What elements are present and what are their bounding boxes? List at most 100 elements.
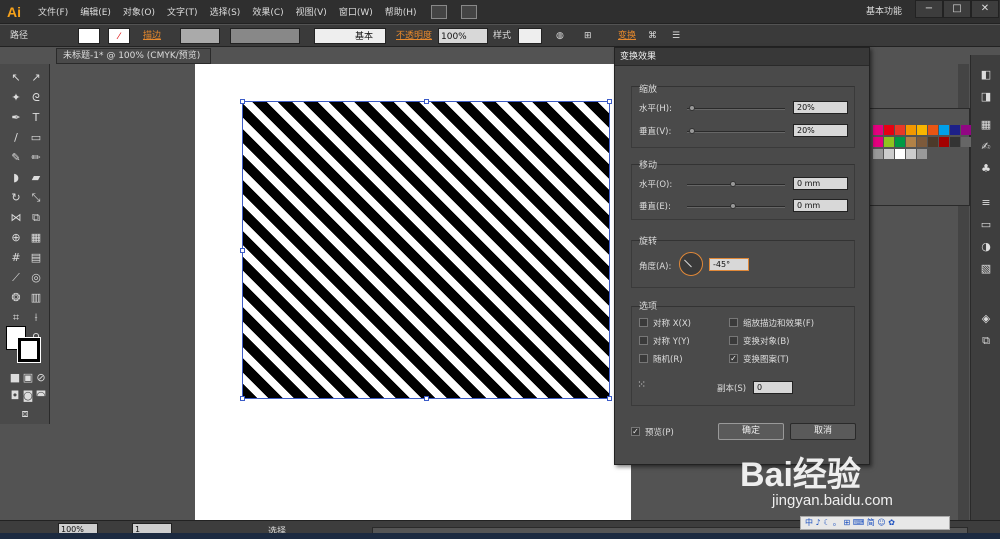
- color-swatch[interactable]: [950, 125, 960, 135]
- gradient-panel-icon[interactable]: ▭: [978, 217, 994, 233]
- symbol-sprayer-tool-icon[interactable]: ❂: [8, 290, 24, 306]
- brush-definition-field[interactable]: 基本: [314, 28, 386, 44]
- symbols-panel-icon[interactable]: ♣: [978, 161, 994, 177]
- reflect-x-checkbox[interactable]: [639, 318, 648, 327]
- cancel-button[interactable]: 取消: [790, 423, 856, 440]
- stroke-label[interactable]: 描边: [143, 28, 161, 44]
- stroke-panel-icon[interactable]: ≡: [978, 195, 994, 211]
- color-swatch[interactable]: [873, 137, 883, 147]
- color-swatch[interactable]: [906, 149, 916, 159]
- eyedropper-tool-icon[interactable]: ⟋: [8, 270, 24, 286]
- magic-wand-tool-icon[interactable]: ✦: [8, 90, 24, 106]
- handle-top-left[interactable]: [240, 99, 245, 104]
- gradient-tool-icon[interactable]: ▤: [28, 250, 44, 266]
- graph-tool-icon[interactable]: ▥: [28, 290, 44, 306]
- screen-mode-icon[interactable]: ⧈: [17, 406, 33, 422]
- color-swatch[interactable]: [928, 137, 938, 147]
- color-swatch[interactable]: [895, 137, 905, 147]
- handle-top-right[interactable]: [607, 99, 612, 104]
- scale-v-field[interactable]: 20%: [793, 124, 848, 137]
- scale-h-slider[interactable]: [687, 108, 785, 110]
- layers-panel-icon[interactable]: ◈: [978, 311, 994, 327]
- arrange-documents-icon[interactable]: [460, 4, 477, 19]
- menu-effect[interactable]: 效果(C): [252, 5, 283, 18]
- scale-h-knob[interactable]: [689, 105, 695, 111]
- close-button[interactable]: ✕: [971, 0, 999, 18]
- recolor-icon[interactable]: ◍: [556, 28, 564, 44]
- color-swatch[interactable]: [884, 125, 894, 135]
- color-swatch[interactable]: [917, 137, 927, 147]
- color-swatch[interactable]: [961, 137, 971, 147]
- color-swatch[interactable]: [917, 149, 927, 159]
- scale-v-slider[interactable]: [687, 131, 785, 133]
- color-swatch[interactable]: [906, 125, 916, 135]
- stroke-weight-field[interactable]: [180, 28, 220, 44]
- copies-field[interactable]: 0: [753, 381, 793, 394]
- lasso-tool-icon[interactable]: ᘓ: [28, 90, 44, 106]
- none-mode-icon[interactable]: ⊘: [33, 370, 49, 386]
- move-v-knob[interactable]: [730, 203, 736, 209]
- type-tool-icon[interactable]: T: [28, 110, 44, 126]
- mesh-tool-icon[interactable]: #: [8, 250, 24, 266]
- reference-point-icon[interactable]: ⁙: [637, 378, 651, 392]
- random-checkbox[interactable]: [639, 354, 648, 363]
- color-swatch[interactable]: [917, 125, 927, 135]
- brushes-panel-icon[interactable]: ✍: [978, 139, 994, 155]
- pen-tool-icon[interactable]: ✒: [8, 110, 24, 126]
- menu-object[interactable]: 对象(O): [123, 5, 155, 18]
- stroke-swatch[interactable]: ⁄: [108, 28, 130, 44]
- menu-select[interactable]: 选择(S): [210, 5, 241, 18]
- transform-label[interactable]: 变换: [618, 28, 636, 44]
- rotate-tool-icon[interactable]: ↻: [8, 190, 24, 206]
- angle-field[interactable]: -45°: [709, 258, 749, 271]
- menu-type[interactable]: 文字(T): [167, 5, 198, 18]
- blend-tool-icon[interactable]: ◎: [28, 270, 44, 286]
- ok-button[interactable]: 确定: [718, 423, 784, 440]
- move-h-knob[interactable]: [730, 181, 736, 187]
- appearance-panel-icon[interactable]: ◑: [978, 239, 994, 255]
- direct-selection-tool-icon[interactable]: ↗: [28, 70, 44, 86]
- handle-bottom-middle[interactable]: [424, 396, 429, 401]
- stroke-color-icon[interactable]: [17, 337, 41, 363]
- width-tool-icon[interactable]: ⋈: [8, 210, 24, 226]
- graphic-styles-icon[interactable]: ▧: [978, 261, 994, 277]
- color-swatch[interactable]: [939, 137, 949, 147]
- move-v-slider[interactable]: [687, 206, 785, 208]
- color-panel-icon[interactable]: ◧: [978, 67, 994, 83]
- align-icon[interactable]: ⊞: [584, 28, 592, 44]
- menu-window[interactable]: 窗口(W): [339, 5, 373, 18]
- ime-toolbar[interactable]: 中 ♪ ☾ 。 ⊞ ⌨ 简 ☺ ✿: [800, 516, 950, 530]
- maximize-button[interactable]: □: [943, 0, 971, 18]
- panel-menu-icon[interactable]: ☰: [672, 28, 680, 44]
- handle-middle-left[interactable]: [240, 248, 245, 253]
- draw-inside-icon[interactable]: ◚: [33, 388, 49, 404]
- color-swatch[interactable]: [884, 137, 894, 147]
- menu-edit[interactable]: 编辑(E): [80, 5, 111, 18]
- move-v-field[interactable]: 0 mm: [793, 199, 848, 212]
- free-transform-tool-icon[interactable]: ⧉: [28, 210, 44, 226]
- color-swatch[interactable]: [950, 137, 960, 147]
- handle-top-middle[interactable]: [424, 99, 429, 104]
- line-tool-icon[interactable]: /: [8, 130, 24, 146]
- workspace-switcher[interactable]: 基本功能: [866, 4, 902, 17]
- color-guide-icon[interactable]: ◨: [978, 89, 994, 105]
- dialog-title[interactable]: 变换效果: [615, 48, 869, 66]
- scale-tool-icon[interactable]: ⤡: [28, 190, 44, 206]
- menu-help[interactable]: 帮助(H): [385, 5, 417, 18]
- blob-brush-tool-icon[interactable]: ◗: [8, 170, 24, 186]
- artboards-panel-icon[interactable]: ⧉: [978, 333, 994, 349]
- menu-file[interactable]: 文件(F): [38, 5, 68, 18]
- menu-view[interactable]: 视图(V): [296, 5, 327, 18]
- preview-checkbox[interactable]: ✓: [631, 427, 640, 436]
- fill-swatch[interactable]: [78, 28, 100, 44]
- color-swatch[interactable]: [939, 125, 949, 135]
- opacity-field[interactable]: 100%: [438, 28, 488, 44]
- slice-tool-icon[interactable]: ⟊: [28, 310, 44, 326]
- move-h-slider[interactable]: [687, 184, 785, 186]
- rectangle-tool-icon[interactable]: ▭: [28, 130, 44, 146]
- transform-objects-checkbox[interactable]: [729, 336, 738, 345]
- handle-bottom-right[interactable]: [607, 396, 612, 401]
- color-swatch[interactable]: [873, 149, 883, 159]
- transform-patterns-checkbox[interactable]: ✓: [729, 354, 738, 363]
- paintbrush-tool-icon[interactable]: ✎: [8, 150, 24, 166]
